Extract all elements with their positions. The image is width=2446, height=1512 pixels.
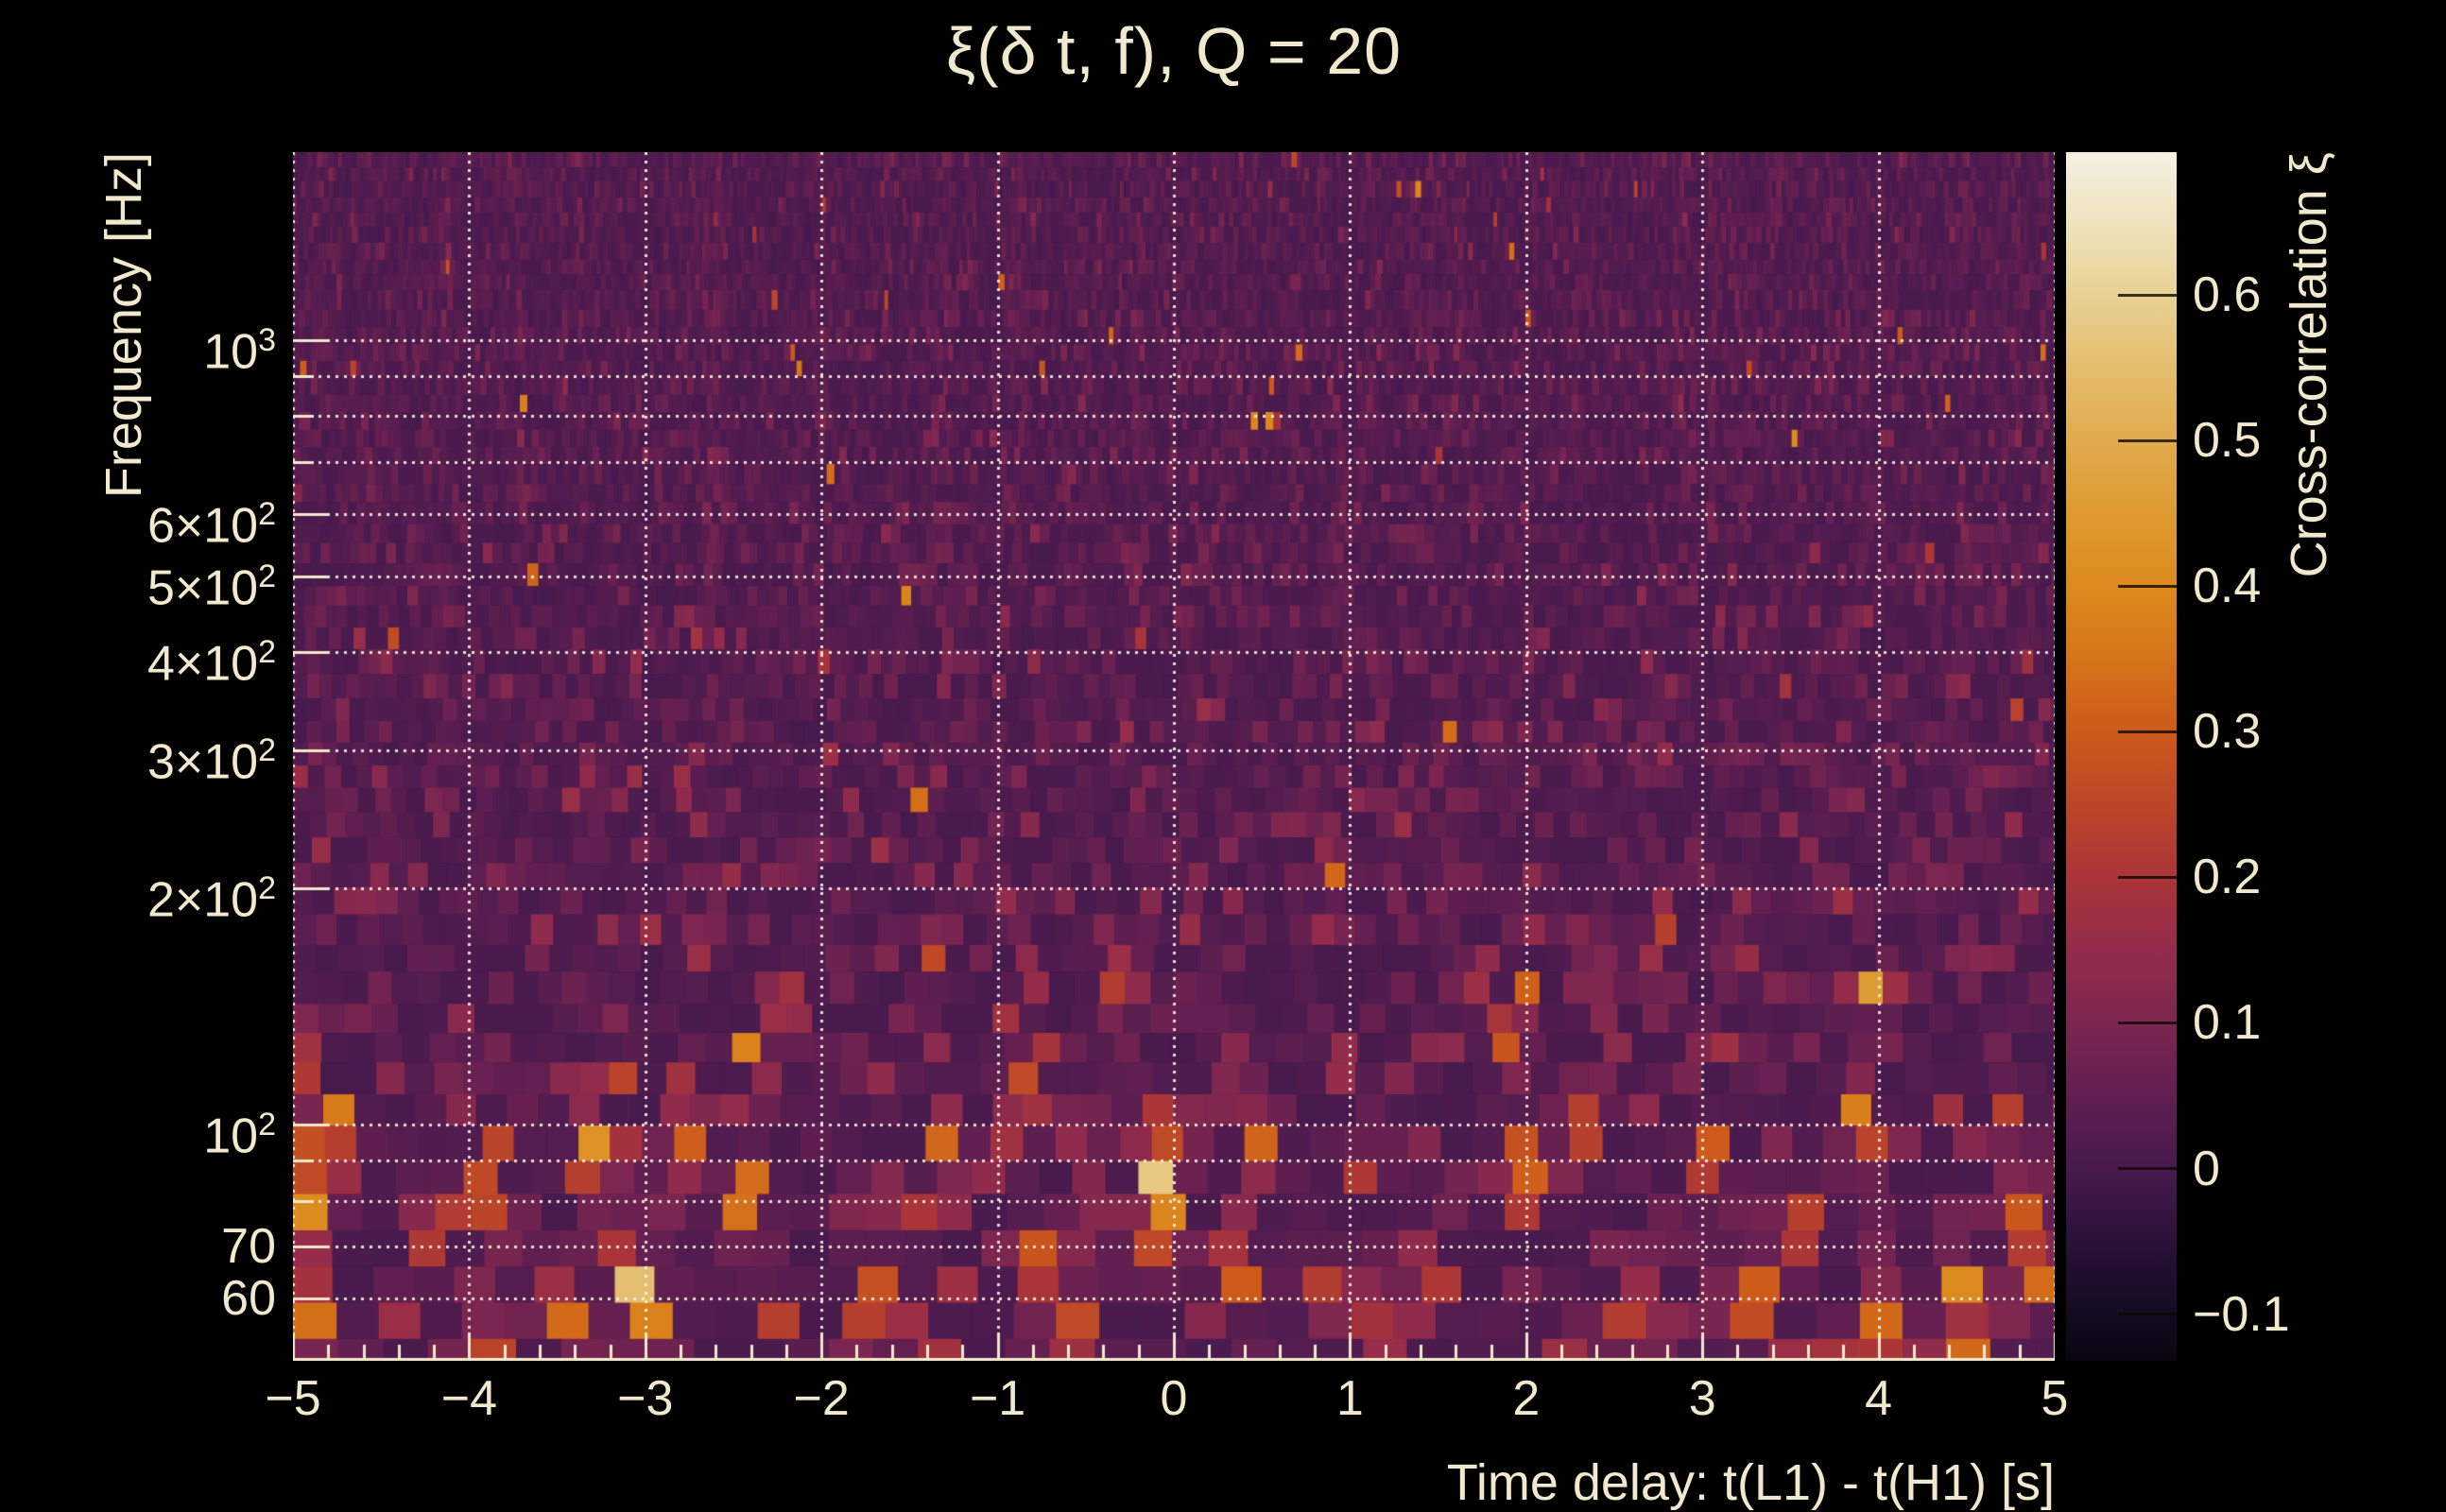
- heatmap-canvas: [293, 152, 2055, 1361]
- root-canvas-figure: ξ(δ t, f), Q = 20 Frequency [Hz] 103 6×10…: [0, 0, 2446, 1512]
- colorbar-tick: [2118, 1021, 2177, 1024]
- x-tick-label: −5: [265, 1371, 321, 1426]
- y-tick-label: 3×102: [146, 732, 276, 790]
- colorbar: [2066, 152, 2177, 1361]
- chart-title: ξ(δ t, f), Q = 20: [945, 14, 1403, 88]
- colorbar-tick-label: −0.1: [2193, 1286, 2290, 1342]
- x-tick-label: 3: [1688, 1371, 1716, 1426]
- colorbar-tick-label: 0.2: [2193, 850, 2262, 905]
- y-tick-label: 60: [221, 1271, 276, 1327]
- y-tick-label: 4×102: [146, 634, 276, 692]
- colorbar-tick-label: 0.3: [2193, 704, 2262, 760]
- x-tick-label: 4: [1865, 1371, 1893, 1426]
- x-tick-label: −4: [440, 1371, 498, 1426]
- colorbar-tick-label: 0.1: [2193, 995, 2262, 1051]
- colorbar-tick: [2118, 1313, 2177, 1316]
- colorbar-tick: [2118, 730, 2177, 733]
- y-tick-label: 103: [203, 322, 276, 380]
- colorbar-tick: [2118, 438, 2177, 442]
- x-tick-label: 5: [2041, 1371, 2069, 1426]
- x-tick-label: −2: [793, 1371, 850, 1426]
- x-axis-title: Time delay: t(L1) - t(H1) [s]: [1446, 1454, 2055, 1511]
- y-tick-label: 70: [221, 1218, 276, 1274]
- colorbar-tick: [2118, 875, 2177, 879]
- x-tick-label: 2: [1512, 1371, 1541, 1426]
- colorbar-tick: [2118, 584, 2177, 588]
- x-tick-label: −3: [617, 1371, 674, 1426]
- y-tick-label: 6×102: [146, 496, 276, 554]
- x-tick-label: 1: [1335, 1371, 1364, 1426]
- colorbar-tick: [2118, 293, 2177, 297]
- x-tick-label: 0: [1160, 1371, 1188, 1426]
- colorbar-tick-label: 0: [2193, 1141, 2220, 1196]
- y-tick-label: 2×102: [146, 870, 276, 928]
- colorbar-title: Cross-correlation ξ: [2281, 152, 2337, 578]
- y-tick-label: 5×102: [146, 558, 276, 616]
- colorbar-tick: [2118, 1167, 2177, 1171]
- y-tick-label: 102: [203, 1107, 276, 1164]
- x-tick-label: −1: [969, 1371, 1026, 1426]
